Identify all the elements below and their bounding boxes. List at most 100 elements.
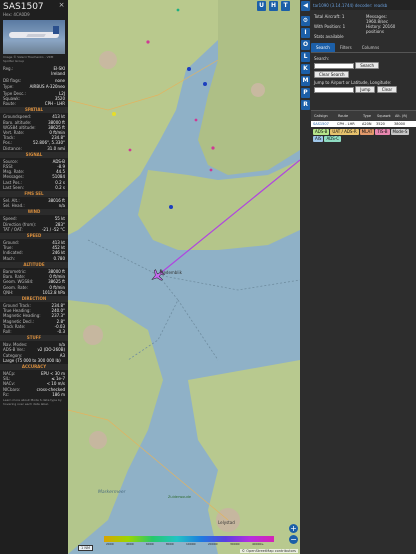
section-wind: WIND xyxy=(0,209,68,216)
altitude-value: 1012.8 hPa xyxy=(42,289,66,295)
scale-label-7: 40000+ xyxy=(252,542,265,546)
col-squawk[interactable]: Squawk xyxy=(374,114,392,118)
country-value: Ireland xyxy=(51,71,65,77)
hex-label: Hex: xyxy=(3,12,13,17)
clear-button[interactable]: Clear xyxy=(376,86,398,93)
speed-row: Mach: 0.780 xyxy=(0,256,68,261)
toolbar-m[interactable]: M xyxy=(301,76,310,86)
signal-row: Last Seen: 0.2 s xyxy=(0,185,68,190)
route-value: CPH - LHR xyxy=(44,101,65,107)
toolbar-i[interactable]: I xyxy=(301,28,310,38)
col-type[interactable]: Type xyxy=(360,114,374,118)
map-label-markermeer: Markermeer xyxy=(98,490,126,495)
reg-label: Reg.: xyxy=(3,66,14,71)
col-route[interactable]: Route xyxy=(335,114,360,118)
col-callsign[interactable]: Callsign xyxy=(311,114,335,118)
wind-label: TAT / OAT: xyxy=(3,226,23,232)
toolbar-o[interactable]: O xyxy=(301,40,310,50)
zoom-in-button[interactable]: + xyxy=(289,524,298,533)
version-text[interactable]: tar1090 (3.14.1744) decoder: readsb xyxy=(313,3,387,8)
map-attribution[interactable]: © OpenStreetMap contributors xyxy=(239,549,298,553)
learn-more-text: Learn more about Mode S data type by hov… xyxy=(3,397,62,406)
map-scale: 1 NM xyxy=(78,545,93,551)
aircraft-table-header: Callsign Route Type Squawk Alt. (ft) xyxy=(311,110,416,121)
direction-row: Roll: -0.3 xyxy=(0,329,68,334)
legend-tisb[interactable]: TIS-B xyxy=(375,129,390,135)
section-accuracy: ACCURACY xyxy=(0,363,68,370)
search-button[interactable]: Search xyxy=(355,62,380,69)
jump-input[interactable] xyxy=(314,86,354,93)
direction-value: -0.3 xyxy=(57,328,65,334)
tab-columns[interactable]: Columns xyxy=(357,43,384,52)
scale-label-3: 8000 xyxy=(166,542,174,546)
toolbar-p[interactable]: P xyxy=(301,88,310,98)
fms-row: Sel. Head.: n/a xyxy=(0,203,68,208)
col-alt[interactable]: Alt. (ft) xyxy=(392,114,412,118)
legend-mlat[interactable]: MLAT xyxy=(359,129,375,135)
signal-label: Last Seen: xyxy=(3,184,24,190)
map-view[interactable]: Medemblik Lelystad Markermeer Zuiderwoud… xyxy=(68,0,300,554)
altitude-row: QNH: 1012.8 hPa xyxy=(0,290,68,295)
altitude-label: QNH: xyxy=(3,289,14,295)
spatial-label: Distance: xyxy=(3,145,22,151)
map-label-medemblik: Medemblik xyxy=(160,270,182,275)
section-altitude: ALTITUDE xyxy=(0,261,68,268)
settings-gear-icon[interactable]: ⚙ xyxy=(301,16,310,26)
section-direction: DIRECTION xyxy=(0,295,68,302)
scale-label-2: 6000 xyxy=(146,542,154,546)
app-root: SAS1507 × Hex: 4CA0D9 Image © Valerii Tk… xyxy=(0,0,416,554)
jump-label: Jump to Airport or Latitude, Longitude: xyxy=(314,80,392,85)
zoom-out-button[interactable]: − xyxy=(289,535,298,544)
jump-button[interactable]: Jump xyxy=(355,86,376,93)
clear-search-button[interactable]: Clear Search xyxy=(314,71,350,78)
section-stuff: STUFF xyxy=(0,335,68,342)
aircraft-photo[interactable] xyxy=(3,20,65,54)
scale-label-5: 20000 xyxy=(208,542,218,546)
toolbar-r[interactable]: R xyxy=(301,100,310,110)
row-squawk: 3520 xyxy=(376,122,385,126)
toolbar-l[interactable]: L xyxy=(301,52,310,62)
accuracy-label: Rc: xyxy=(3,391,10,397)
legend-adsb[interactable]: ADS-B xyxy=(313,129,330,135)
type-value: AIRBUS A-320neo xyxy=(29,83,65,89)
row-type: A20N xyxy=(362,122,372,126)
map-button-u[interactable]: U xyxy=(257,1,266,11)
speed-label: Mach: xyxy=(3,255,15,261)
close-icon[interactable]: × xyxy=(58,2,65,9)
signal-value: 0.2 s xyxy=(55,184,65,190)
stats-link[interactable]: Stats available xyxy=(314,34,344,39)
row-callsign: SAS1507 xyxy=(313,122,329,126)
panel-tabs: Search Filters Columns xyxy=(311,43,416,53)
search-input[interactable] xyxy=(314,62,354,69)
scale-label-1: 4000 xyxy=(126,542,134,546)
map-label-place: Zuiderwoude xyxy=(168,495,191,499)
speed-value: 0.780 xyxy=(53,255,65,261)
legend-ais[interactable]: AIS xyxy=(313,136,324,142)
wind-value: -21 / -52 °C xyxy=(41,226,65,232)
aircraft-list-panel: tar1090 (3.14.1744) decoder: readsb Tota… xyxy=(311,0,416,554)
scale-label-6: 30000 xyxy=(230,542,240,546)
wind-row: TAT / OAT: -21 / -52 °C xyxy=(0,227,68,232)
scale-label-0: 2000 xyxy=(106,542,114,546)
toolbar-k[interactable]: K xyxy=(301,64,310,74)
map-toolbar: ◀ ⚙ I O L K M P R xyxy=(300,0,311,554)
legend-adsc[interactable]: ADS-C xyxy=(324,136,342,142)
photo-credit: Image © Valerii Tkachenko - VRM Spotter … xyxy=(3,55,54,63)
table-row[interactable]: SAS1507 CPH - LHR A20N 3520 38000 xyxy=(311,121,416,127)
tab-filters[interactable]: Filters xyxy=(335,43,357,52)
section-signal: SIGNAL xyxy=(0,151,68,158)
map-button-h[interactable]: H xyxy=(269,1,278,11)
map-button-t[interactable]: T xyxy=(281,1,290,11)
scale-label-4: 10000 xyxy=(186,542,196,546)
fms-label: Sel. Head.: xyxy=(3,203,25,209)
legend-uat[interactable]: UAT / ADS-R xyxy=(330,129,359,135)
total-aircraft-label: Total Aircraft: xyxy=(314,14,341,19)
with-position-value: 1 xyxy=(342,24,346,29)
search-label: Search: xyxy=(314,56,330,61)
version-bar: tar1090 (3.14.1744) decoder: readsb xyxy=(311,0,416,10)
tab-search[interactable]: Search xyxy=(311,43,335,52)
legend-modes[interactable]: Mode-S xyxy=(390,129,410,135)
map-canvas[interactable] xyxy=(68,0,300,554)
total-aircraft-value: 1 xyxy=(341,14,345,19)
collapse-left-icon[interactable]: ◀ xyxy=(301,1,310,11)
